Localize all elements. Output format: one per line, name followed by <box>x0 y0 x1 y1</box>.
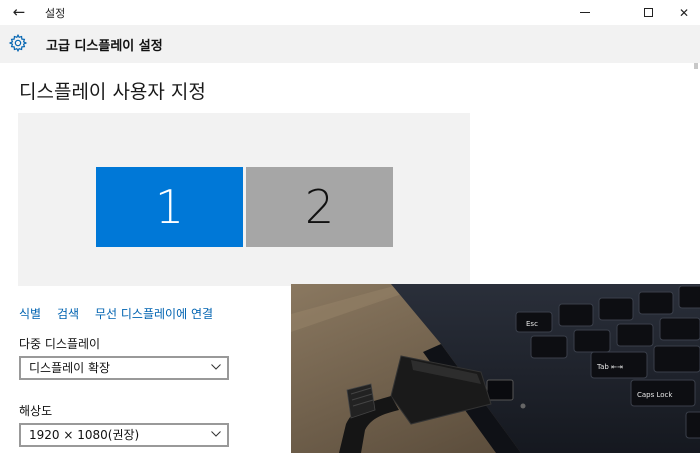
minimize-icon <box>580 12 590 13</box>
scrollbar-thumb[interactable] <box>694 63 698 69</box>
gear-icon <box>8 33 28 53</box>
capslock-key-label: Caps Lock <box>637 391 673 399</box>
close-icon: ✕ <box>678 5 690 20</box>
multi-display-dropdown[interactable]: 디스플레이 확장 <box>19 356 229 380</box>
title-bar: ← 설정 ✕ <box>0 0 700 25</box>
detect-link[interactable]: 검색 <box>57 305 79 322</box>
display-arrangement-preview: 1 2 <box>18 113 470 286</box>
monitor-2-tile[interactable]: 2 <box>246 167 393 247</box>
multi-display-label: 다중 디스플레이 <box>19 337 101 351</box>
page-title: 디스플레이 사용자 지정 <box>19 81 206 103</box>
resolution-label: 해상도 <box>19 404 53 418</box>
maximize-icon <box>643 8 653 17</box>
back-button[interactable]: ← <box>8 2 30 22</box>
header-title: 고급 디스플레이 설정 <box>46 39 163 54</box>
tab-key-label: Tab ⇤⇥ <box>596 363 623 371</box>
laptop-hdmi-photo: Esc Tab ⇤⇥ Caps Lock <box>291 284 700 453</box>
connect-wireless-display-link[interactable]: 무선 디스플레이에 연결 <box>95 305 213 322</box>
maximize-button[interactable] <box>625 0 671 25</box>
multi-display-value: 디스플레이 확장 <box>29 361 111 375</box>
close-button[interactable]: ✕ <box>668 0 700 25</box>
resolution-dropdown[interactable]: 1920 × 1080(권장) <box>19 423 229 447</box>
identify-link[interactable]: 식별 <box>19 305 41 322</box>
resolution-value: 1920 × 1080(권장) <box>29 428 140 442</box>
chevron-down-icon <box>211 364 221 370</box>
monitor-1-tile[interactable]: 1 <box>96 167 243 247</box>
page-header: 고급 디스플레이 설정 <box>0 25 700 63</box>
laptop-hdmi-illustration: Esc Tab ⇤⇥ Caps Lock <box>291 284 700 453</box>
chevron-down-icon <box>211 431 221 437</box>
minimize-button[interactable] <box>562 0 608 25</box>
esc-key-label: Esc <box>526 320 538 328</box>
window-title: 설정 <box>45 7 66 20</box>
